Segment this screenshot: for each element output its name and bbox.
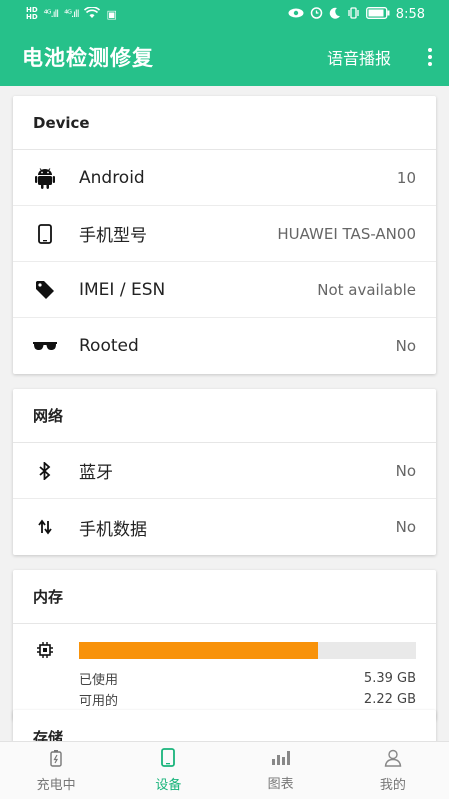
person-icon xyxy=(384,749,402,771)
tab-label: 充电中 xyxy=(36,777,76,793)
network-row-bluetooth[interactable]: 蓝牙 No xyxy=(13,443,436,499)
row-value: No xyxy=(395,337,416,355)
app-title: 电池检测修复 xyxy=(22,46,154,70)
row-value: No xyxy=(395,518,416,536)
row-label: 蓝牙 xyxy=(79,463,113,483)
memory-card: 内存 已使用 5.39 GB 可用的 2.22 GB xyxy=(13,570,436,720)
memory-used-label: 已使用 xyxy=(79,673,119,688)
hd-icon: HD HD xyxy=(26,6,38,21)
battery-icon xyxy=(365,6,390,22)
status-bar: HD HD ⁴ᴳ.ıll ⁴ᴳ.ıll ▣ 8:58 xyxy=(0,0,449,28)
chip-icon xyxy=(33,638,57,662)
storage-card: 存储 xyxy=(13,710,436,741)
moon-icon xyxy=(329,7,341,22)
bluetooth-icon xyxy=(33,459,57,483)
memory-card-title: 内存 xyxy=(13,570,436,624)
signal-icon: ⁴ᴳ.ıll xyxy=(43,8,59,20)
tab-label: 图表 xyxy=(267,776,294,792)
android-icon xyxy=(33,166,57,190)
data-arrows-icon xyxy=(33,515,57,539)
row-value: Not available xyxy=(317,280,416,299)
tab-label: 设备 xyxy=(155,778,182,793)
battery-charging-icon xyxy=(50,749,62,771)
device-row-android[interactable]: Android 10 xyxy=(13,150,436,206)
network-card-title: 网络 xyxy=(13,389,436,443)
storage-card-title: 存储 xyxy=(33,728,64,742)
row-label: 手机型号 xyxy=(79,226,147,246)
sunglasses-icon xyxy=(33,334,57,358)
memory-available-line: 可用的 2.22 GB xyxy=(33,689,416,710)
phone-icon xyxy=(33,222,57,246)
memory-bar-row xyxy=(33,638,416,662)
alarm-icon xyxy=(310,6,323,22)
memory-body: 已使用 5.39 GB 可用的 2.22 GB xyxy=(13,624,436,720)
tab-device[interactable]: 设备 xyxy=(112,742,224,799)
status-right: 8:58 xyxy=(288,6,425,22)
memory-used-line: 已使用 5.39 GB xyxy=(33,668,416,689)
device-row-model[interactable]: 手机型号 HUAWEI TAS-AN00 xyxy=(13,206,436,262)
memory-available-value: 2.22 GB xyxy=(363,692,416,707)
memory-progress-fill xyxy=(79,641,319,659)
bottom-nav: 充电中 设备 图表 我的 xyxy=(0,741,449,799)
network-row-mobile-data[interactable]: 手机数据 No xyxy=(13,499,436,555)
tab-charging[interactable]: 充电中 xyxy=(0,742,112,799)
device-card: Device Android 10 手机型号 HUAWEI TAS-AN00 I… xyxy=(13,96,436,374)
row-label: Rooted xyxy=(79,336,139,356)
main-content[interactable]: Device Android 10 手机型号 HUAWEI TAS-AN00 I… xyxy=(0,86,449,741)
row-value: HUAWEI TAS-AN00 xyxy=(277,224,416,243)
bar-chart-icon xyxy=(271,750,291,770)
memory-progress-bar xyxy=(79,641,416,659)
tag-icon xyxy=(33,278,57,302)
memory-available-label: 可用的 xyxy=(79,694,119,709)
status-time: 8:58 xyxy=(395,6,425,22)
tab-chart[interactable]: 图表 xyxy=(225,742,337,799)
device-row-imei[interactable]: IMEI / ESN Not available xyxy=(13,262,436,318)
memory-used-value: 5.39 GB xyxy=(363,671,416,686)
device-card-title: Device xyxy=(13,96,436,150)
notification-icon: ▣ xyxy=(106,7,117,21)
signal-icon-2: ⁴ᴳ.ıll xyxy=(64,8,79,20)
more-options-icon[interactable] xyxy=(425,48,435,66)
vibrate-icon xyxy=(347,6,360,22)
row-value: 10 xyxy=(396,168,416,187)
tab-label: 我的 xyxy=(379,777,406,793)
app-bar: 电池检测修复 语音播报 xyxy=(0,28,449,86)
row-value: No xyxy=(395,461,416,480)
phone-device-icon xyxy=(161,748,176,771)
network-card: 网络 蓝牙 No 手机数据 No xyxy=(13,389,436,555)
device-row-rooted[interactable]: Rooted No xyxy=(13,318,436,374)
wifi-icon xyxy=(84,5,101,22)
eye-icon xyxy=(288,7,304,21)
row-label: 手机数据 xyxy=(79,519,147,540)
row-label: IMEI / ESN xyxy=(79,279,166,300)
voice-broadcast-button[interactable]: 语音播报 xyxy=(327,45,391,69)
row-label: Android xyxy=(79,167,145,188)
tab-mine[interactable]: 我的 xyxy=(337,742,449,799)
status-left: HD HD ⁴ᴳ.ıll ⁴ᴳ.ıll ▣ xyxy=(26,5,117,22)
